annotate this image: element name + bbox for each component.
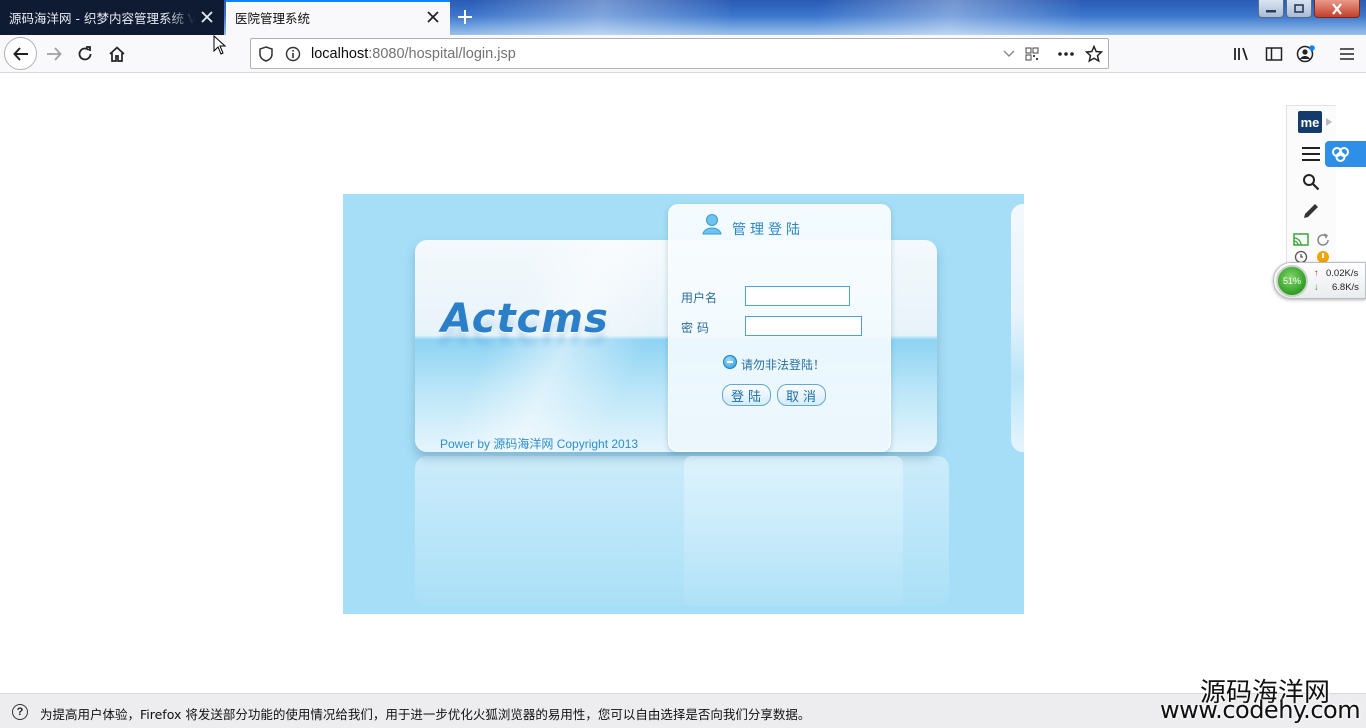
close-icon	[1332, 2, 1342, 15]
alert-icon	[1317, 251, 1329, 262]
account-icon	[1296, 45, 1315, 63]
refresh-icon	[1317, 233, 1329, 246]
tab-source-site[interactable]: 源码海洋网 - 织梦内容管理系统 V5	[0, 0, 224, 35]
actcms-logo: Actcms	[441, 296, 609, 342]
copyright-text: Power by 源码海洋网 Copyright 2013	[440, 437, 639, 451]
watermark-en: www.codehy.com	[1160, 696, 1361, 724]
restore-button[interactable]	[1286, 0, 1312, 18]
search-button[interactable]	[1297, 170, 1325, 194]
list-icon	[1302, 147, 1320, 161]
download-speed-row: ↓ 6.8K/s	[1314, 282, 1359, 293]
tab-label: 源码海洋网 - 织梦内容管理系统 V5	[9, 11, 195, 26]
tab-bar: 源码海洋网 - 织梦内容管理系统 V5 医院管理系统	[0, 0, 1366, 35]
login-panel: Actcms Power by 源码海洋网 Copyright 2013 管理登…	[343, 194, 1024, 614]
cancel-button[interactable]: 取消	[777, 384, 826, 406]
speed-percent: 51%	[1276, 265, 1308, 297]
url-text[interactable]: localhost:8080/hospital/login.jsp	[311, 46, 516, 62]
notification-text: 为提高用户体验，Firefox 将发送部分功能的使用情况给我们，用于进一步优化火…	[40, 707, 811, 722]
account-button[interactable]	[1290, 38, 1322, 70]
tab-label: 医院管理系统	[235, 11, 311, 26]
forward-button[interactable]	[38, 38, 70, 70]
url-path: :8080/hospital/login.jsp	[368, 46, 516, 62]
pencil-icon	[1304, 204, 1318, 218]
hamburger-menu-icon	[1340, 48, 1354, 60]
reload-button[interactable]	[69, 38, 101, 70]
home-icon	[109, 46, 125, 62]
password-input[interactable]	[745, 316, 862, 336]
menu-button[interactable]	[1331, 38, 1363, 70]
download-speed: 6.8K/s	[1332, 282, 1359, 293]
arrow-right-icon	[47, 47, 62, 61]
arrow-down-icon: ↓	[1314, 282, 1319, 293]
sidebar-button[interactable]	[1258, 38, 1290, 70]
user-icon	[702, 214, 722, 235]
reload-icon	[78, 46, 92, 61]
search-icon	[1303, 174, 1320, 191]
close-icon[interactable]	[426, 10, 440, 24]
login-title: 管理登陆	[732, 222, 804, 238]
list-button[interactable]	[1297, 142, 1325, 166]
mouse-cursor-icon	[213, 35, 227, 55]
library-button[interactable]	[1226, 38, 1258, 70]
restore-icon	[1294, 3, 1304, 13]
warning-text: 请勿非法登陆！	[741, 358, 826, 372]
page-content: Actcms Power by 源码海洋网 Copyright 2013 管理登…	[0, 73, 1366, 693]
login-button[interactable]: 登陆	[722, 384, 771, 406]
cast-icon	[1293, 233, 1309, 246]
library-icon	[1234, 47, 1248, 61]
play-arrow-icon[interactable]	[1325, 117, 1333, 127]
cloud-icon	[1332, 147, 1349, 162]
minimize-icon	[1266, 9, 1276, 12]
titlebar-decoration	[470, 0, 730, 35]
titlebar-decoration	[820, 0, 1080, 35]
upload-speed-row: ↑ 0.02K/s	[1314, 268, 1358, 279]
close-icon[interactable]	[200, 10, 214, 24]
home-button[interactable]	[101, 38, 133, 70]
more-actions-icon[interactable]	[1057, 45, 1075, 63]
network-speed-widget[interactable]: 51% ↑ 0.02K/s ↓ 6.8K/s	[1273, 262, 1366, 299]
info-icon[interactable]	[284, 45, 302, 63]
sidebar-icon	[1265, 47, 1283, 61]
me-extension-button[interactable]: me	[1298, 111, 1322, 133]
username-label: 用户名	[681, 291, 718, 305]
bookmark-star-icon[interactable]	[1085, 45, 1103, 63]
minimize-button[interactable]	[1258, 0, 1284, 18]
edit-button[interactable]	[1297, 199, 1325, 223]
arrow-up-icon: ↑	[1314, 268, 1319, 279]
upload-speed: 0.02K/s	[1326, 268, 1359, 279]
question-icon: ?	[12, 704, 28, 720]
qr-code-icon[interactable]	[1023, 45, 1041, 63]
url-host: localhost	[311, 46, 369, 62]
navigation-toolbar: localhost:8080/hospital/login.jsp	[0, 35, 1366, 73]
warning-icon	[723, 355, 737, 369]
side-toolbar: me	[1286, 105, 1336, 265]
form-reflection	[684, 456, 903, 606]
close-window-button[interactable]	[1314, 0, 1360, 18]
tab-hospital-system[interactable]: 医院管理系统	[226, 0, 450, 35]
username-input[interactable]	[745, 286, 850, 306]
shield-icon[interactable]	[257, 45, 275, 63]
window-controls	[1258, 0, 1360, 18]
chevron-down-icon[interactable]	[1000, 45, 1018, 63]
watermark: 源码海洋网 www.codehy.com	[1160, 672, 1366, 728]
password-label: 密码	[681, 321, 714, 335]
clock-icon	[1294, 250, 1308, 262]
arrow-left-icon	[12, 46, 28, 61]
url-bar[interactable]: localhost:8080/hospital/login.jsp	[250, 38, 1109, 69]
new-tab-icon[interactable]	[456, 8, 474, 26]
card-edge	[1011, 204, 1024, 452]
back-button[interactable]	[4, 37, 37, 70]
cloud-sync-button[interactable]	[1325, 141, 1366, 167]
